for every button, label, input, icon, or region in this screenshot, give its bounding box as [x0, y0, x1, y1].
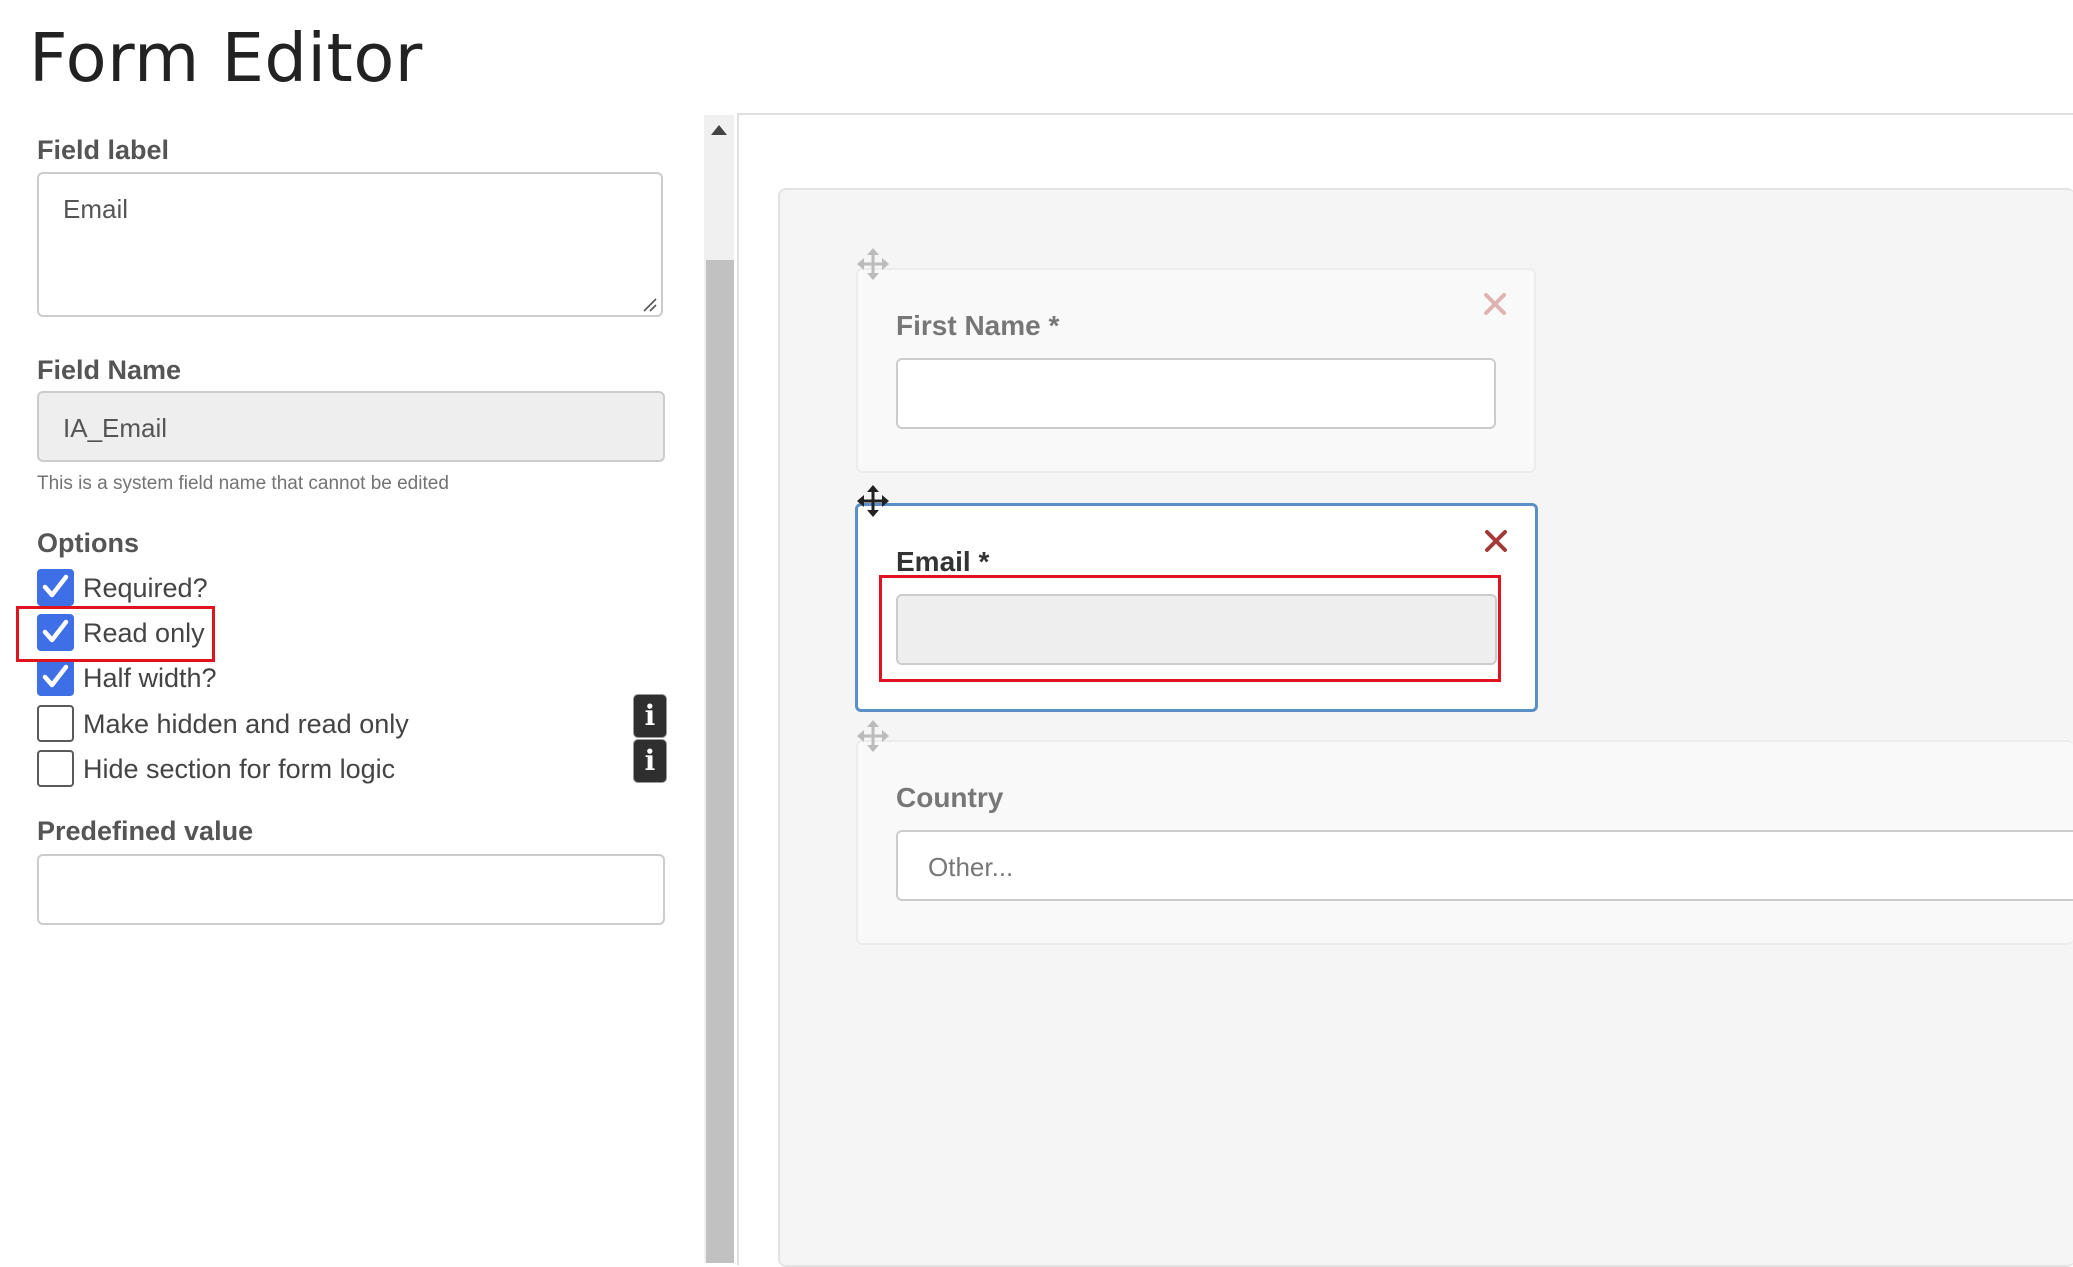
info-icon[interactable]: i — [633, 739, 667, 783]
half-width-checkbox[interactable] — [37, 659, 74, 696]
make-hidden-read-only-label: Make hidden and read only — [83, 709, 409, 739]
field-label-textarea[interactable]: Email — [37, 172, 663, 317]
hide-section-checkbox[interactable] — [37, 750, 74, 787]
required-checkbox[interactable] — [37, 569, 74, 606]
scroll-up-arrow-icon[interactable] — [711, 125, 727, 135]
half-width-label: Half width? — [83, 663, 217, 693]
required-label: Required? — [83, 573, 208, 603]
field-name-help-text: This is a system field name that cannot … — [37, 473, 449, 494]
email-label: Email * — [896, 546, 990, 577]
move-handle-icon[interactable] — [857, 720, 889, 752]
field-label-value: Email — [63, 194, 129, 224]
resize-grip-icon[interactable] — [641, 296, 657, 312]
delete-icon[interactable] — [1484, 529, 1508, 553]
option-hide-section[interactable]: Hide section for form logic i — [37, 739, 677, 788]
form-field-card-first-name[interactable]: First Name * — [856, 268, 1536, 473]
country-label: Country — [896, 782, 1004, 813]
field-name-value: IA_Email — [63, 413, 168, 443]
field-label-heading: Field label — [37, 135, 170, 165]
checkmark-icon — [42, 574, 69, 598]
field-settings-panel: Field label Email Field Name IA_Email Th… — [0, 115, 700, 1263]
info-icon[interactable]: i — [633, 694, 667, 738]
country-select-value: Other... — [928, 852, 1014, 882]
options-heading: Options — [37, 528, 139, 558]
hide-section-label: Hide section for form logic — [83, 754, 396, 784]
first-name-label: First Name * — [896, 310, 1060, 341]
make-hidden-read-only-checkbox[interactable] — [37, 705, 74, 742]
read-only-highlight — [16, 606, 215, 662]
delete-icon[interactable] — [1483, 292, 1507, 316]
form-field-card-country[interactable]: Country Other... — [856, 740, 2073, 945]
country-select[interactable]: Other... — [896, 830, 2073, 901]
email-input-highlight — [879, 575, 1501, 682]
predefined-value-heading: Predefined value — [37, 816, 254, 846]
move-handle-icon[interactable] — [857, 248, 889, 280]
field-name-input: IA_Email — [37, 391, 665, 462]
page-title: Form Editor — [29, 19, 423, 97]
predefined-value-input[interactable] — [37, 854, 665, 925]
option-required[interactable]: Required? — [37, 569, 677, 607]
move-handle-icon[interactable] — [857, 485, 889, 517]
option-half-width[interactable]: Half width? — [37, 659, 677, 697]
field-name-heading: Field Name — [37, 355, 182, 385]
option-make-hidden-read-only[interactable]: Make hidden and read only i — [37, 694, 677, 743]
first-name-input[interactable] — [896, 358, 1496, 429]
scroll-thumb[interactable] — [706, 260, 734, 1263]
panel-scrollbar[interactable] — [704, 115, 734, 1263]
checkmark-icon — [42, 664, 69, 688]
